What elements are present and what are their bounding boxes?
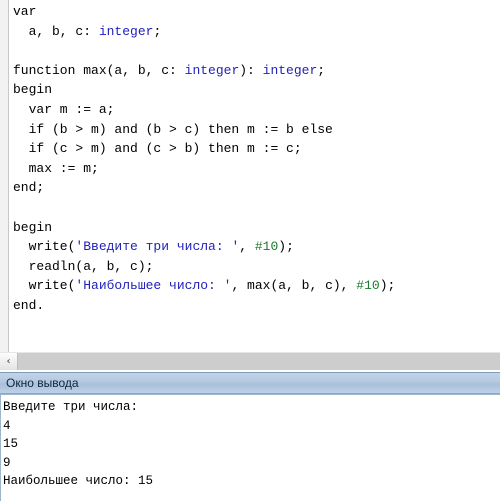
code-token-plain: write( [13,239,76,255]
code-token-kw: end; [13,180,45,196]
output-window-title: Окно вывода [6,376,79,390]
code-line: begin [13,80,500,100]
output-line: 9 [3,455,11,470]
code-text-area[interactable]: var a, b, c: integer; function max(a, b,… [13,0,500,352]
code-token-plain: , max(a, b, c), [231,278,357,294]
code-token-plain: ; [153,23,162,39]
code-token-str: 'Наибольшее число: ' [75,278,232,294]
code-token-plain: if (b > m) and (b > c) then m := b else [13,121,333,137]
code-token-plain: ); [278,239,294,255]
code-line: begin [13,218,500,238]
code-editor-panel: var a, b, c: integer; function max(a, b,… [0,0,500,352]
code-line: if (c > m) and (c > b) then m := c; [13,139,500,159]
code-token-kw: var [13,4,37,19]
code-token-type: integer [184,62,240,78]
output-line: 4 [3,418,11,433]
output-line: Введите три числа: [3,400,139,414]
code-token-kw: begin [13,82,53,98]
code-token-str: 'Введите три числа: ' [75,239,240,255]
code-token-plain: max := m; [13,160,99,176]
code-token-plain: readln(a, b, c); [13,258,154,274]
scrollbar-track[interactable] [18,353,500,370]
code-line: var [13,2,500,22]
code-line: end. [13,296,500,316]
code-line: max := m; [13,159,500,179]
scroll-left-arrow-icon[interactable]: ‹ [0,353,18,370]
ide-window: var a, b, c: integer; function max(a, b,… [0,0,500,501]
code-line: a, b, c: integer; [13,22,500,42]
code-line: write('Наибольшее число: ', max(a, b, c)… [13,276,500,296]
code-token-type: integer [262,62,318,78]
code-line: if (b > m) and (b > c) then m := b else [13,120,500,140]
code-line: var m := a; [13,100,500,120]
output-window-content[interactable]: Введите три числа: 4 15 9 Наибольшее число: … [0,394,500,501]
output-line: 15 [3,437,19,451]
code-token-plain: a, b, c: [13,23,99,39]
code-token-plain: function max(a, b, c: [13,62,185,78]
code-line: function max(a, b, c: integer): integer; [13,61,500,81]
code-token-kw: end. [13,297,45,313]
editor-horizontal-scrollbar[interactable]: ‹ [0,352,500,370]
code-token-plain: ); [379,278,396,294]
code-token-kw: begin [13,219,53,235]
code-line: write('Введите три числа: ', #10); [13,237,500,257]
code-token-plain: write( [13,278,76,294]
code-token-num: #10 [254,239,279,255]
code-line: end; [13,178,500,198]
editor-gutter [0,0,9,352]
code-line: readln(a, b, c); [13,257,500,277]
code-token-type: integer [98,23,154,39]
output-line: Наибольшее число: 15 [3,474,154,488]
code-token-plain: , [239,239,255,255]
code-token-plain: var m := a; [13,101,115,117]
code-token-plain: ; [317,62,326,78]
code-token-num: #10 [356,278,380,294]
code-token-plain: if (c > m) and (c > b) then m := c; [13,141,302,157]
output-window-header: Окно вывода [0,372,500,394]
code-token-plain: ): [239,62,263,78]
